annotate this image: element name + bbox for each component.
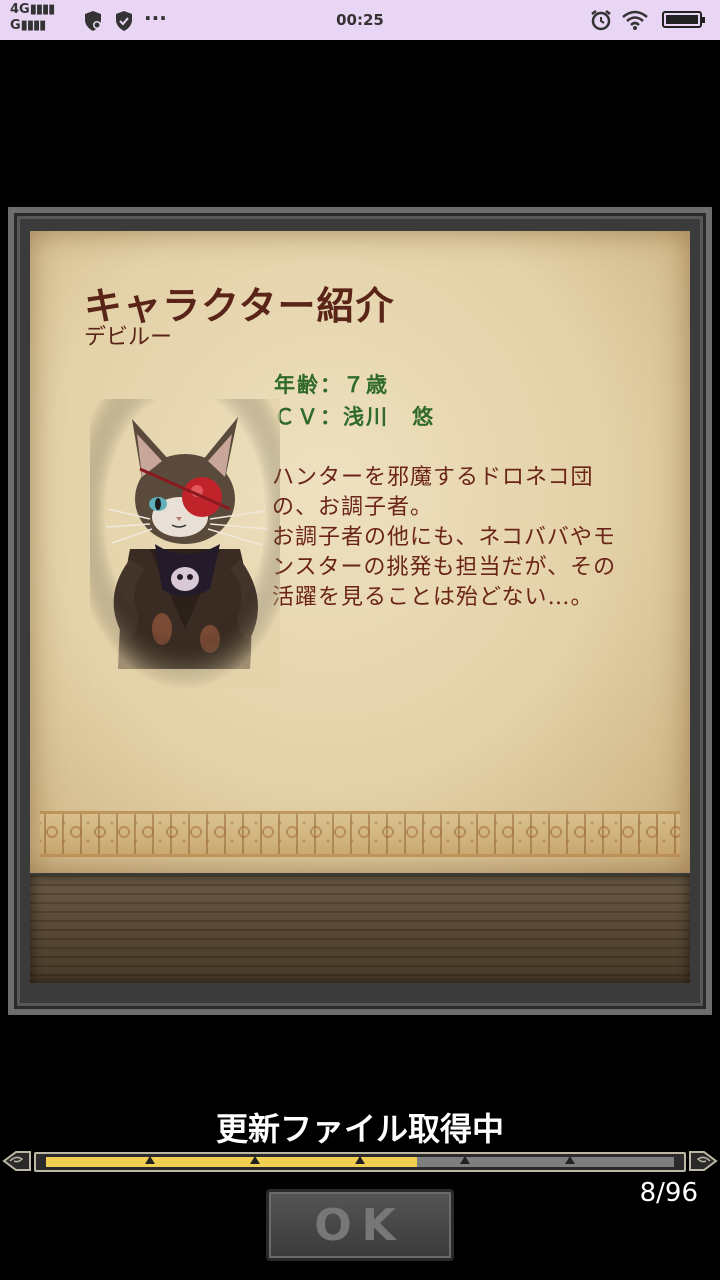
loading-status: 更新ファイル取得中 [215,1110,504,1148]
parchment: キャラクター紹介 デビルー 年齢：７歳 ＣＶ：浅川 悠 ハンターを邪魔するドロネ… [30,231,690,873]
description-line: ハンターを邪魔するドロネコ団 [272,465,594,490]
progress-tick [250,1156,261,1164]
ok-button[interactable]: OK [266,1189,454,1261]
description-line: 活躍を見ることは殆どない…。 [272,585,594,610]
decorative-border [40,811,680,857]
description-line: ンスターの挑発も担当だが、その [272,555,617,580]
status-bar: 4G▮▮▮▮ G▮▮▮▮ ··· 00:25 [0,0,720,40]
character-card: キャラクター紹介 デビルー 年齢：７歳 ＣＶ：浅川 悠 ハンターを邪魔するドロネ… [8,207,712,1015]
battery-icon [662,11,705,28]
progress-cap-right-icon [689,1151,718,1171]
description-line: の、お調子者。 [272,495,434,520]
progress-bar [2,1146,718,1180]
character-age: 年齢：７歳 [274,372,389,397]
description-line: お調子者の他にも、ネコババやモ [272,525,616,550]
character-description: ハンターを邪魔するドロネコ団 の、お調子者。 お調子者の他にも、ネコババやモ ン… [272,463,692,613]
progress-tick [145,1156,156,1164]
character-portrait [90,399,280,689]
progress-cap-left-icon [2,1151,31,1171]
alarm-icon [591,10,611,31]
progress-counter: 8/96 [639,1178,698,1208]
progress-tick [564,1156,575,1164]
character-name: デビルー [84,325,173,350]
progress-tick [459,1156,470,1164]
character-cv: ＣＶ：浅川 悠 [274,404,435,429]
wood-panel [30,875,690,983]
progress-tick [354,1156,365,1164]
wifi-icon [622,10,648,30]
